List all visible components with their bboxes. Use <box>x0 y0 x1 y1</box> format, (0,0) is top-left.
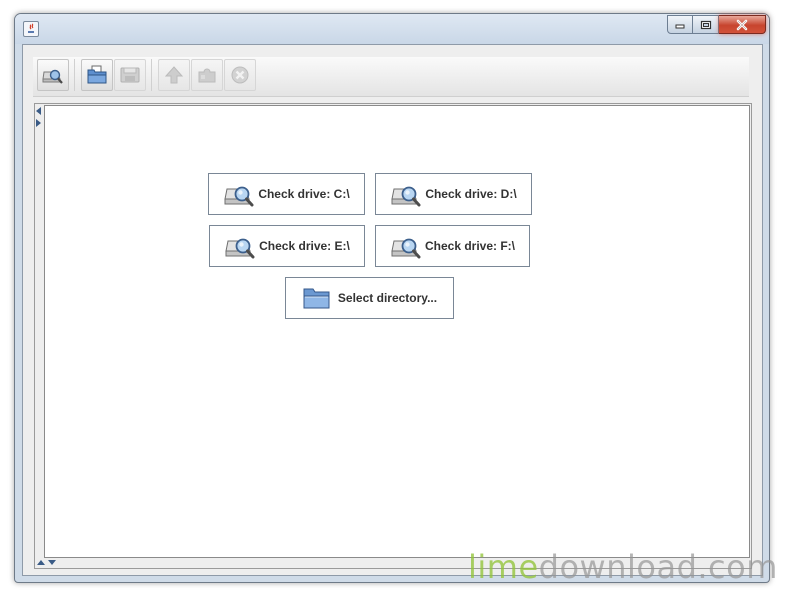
split-expand-down-icon[interactable] <box>48 560 56 565</box>
split-expand-right-icon[interactable] <box>36 119 41 127</box>
watermark: limedownload.com <box>468 548 778 586</box>
check-drive-f-button[interactable]: Check drive: F:\ <box>375 225 530 267</box>
open-toolbar-button[interactable] <box>81 59 113 91</box>
client-area: Check drive: C:\ Check drive: D:\ Check … <box>22 44 763 576</box>
check-drive-d-button[interactable]: Check drive: D:\ <box>375 173 532 215</box>
caption-buttons <box>667 15 766 35</box>
check-drive-c-button[interactable]: Check drive: C:\ <box>208 173 365 215</box>
select-directory-button[interactable]: Select directory... <box>285 277 454 319</box>
close-button[interactable] <box>719 15 766 34</box>
save-toolbar-button[interactable] <box>114 59 146 91</box>
plugin-toolbar-button[interactable] <box>191 59 223 91</box>
split-collapse-left-icon[interactable] <box>36 107 41 115</box>
check-drive-f-label: Check drive: F:\ <box>424 239 516 253</box>
maximize-button[interactable] <box>693 15 719 34</box>
java-app-icon[interactable] <box>23 21 39 37</box>
toolbar-separator <box>151 59 152 91</box>
check-drive-e-label: Check drive: E:\ <box>259 239 350 253</box>
minimize-button[interactable] <box>667 15 693 34</box>
check-drive-c-label: Check drive: C:\ <box>258 187 350 201</box>
content-frame: Check drive: C:\ Check drive: D:\ Check … <box>34 103 752 569</box>
check-drive-d-label: Check drive: D:\ <box>425 187 517 201</box>
watermark-lime: lime <box>468 548 539 586</box>
save-icon <box>120 67 140 83</box>
title-bar[interactable] <box>15 14 769 44</box>
start-panel: Check drive: C:\ Check drive: D:\ Check … <box>44 105 750 558</box>
scan-drive-toolbar-button[interactable] <box>37 59 69 91</box>
drive-scan-icon <box>224 186 254 207</box>
up-toolbar-button[interactable] <box>158 59 190 91</box>
drive-scan-icon <box>391 186 421 207</box>
drive-scan-icon <box>391 238 421 259</box>
up-arrow-icon <box>164 66 184 84</box>
app-window: Check drive: C:\ Check drive: D:\ Check … <box>14 13 770 583</box>
drive-scan-icon <box>225 238 255 259</box>
maximize-icon <box>700 20 711 29</box>
open-folder-icon <box>87 65 107 84</box>
select-directory-label: Select directory... <box>337 291 438 305</box>
split-collapse-up-icon[interactable] <box>37 560 45 565</box>
stop-icon <box>231 66 249 84</box>
drive-scan-icon <box>42 69 63 84</box>
toolbar <box>33 57 749 97</box>
folder-icon <box>303 288 330 309</box>
close-icon <box>736 19 748 30</box>
stop-toolbar-button[interactable] <box>224 59 256 91</box>
minimize-icon <box>675 24 685 28</box>
puzzle-icon <box>198 68 216 83</box>
toolbar-separator <box>74 59 75 91</box>
check-drive-e-button[interactable]: Check drive: E:\ <box>209 225 365 267</box>
watermark-rest: download.com <box>538 548 778 586</box>
